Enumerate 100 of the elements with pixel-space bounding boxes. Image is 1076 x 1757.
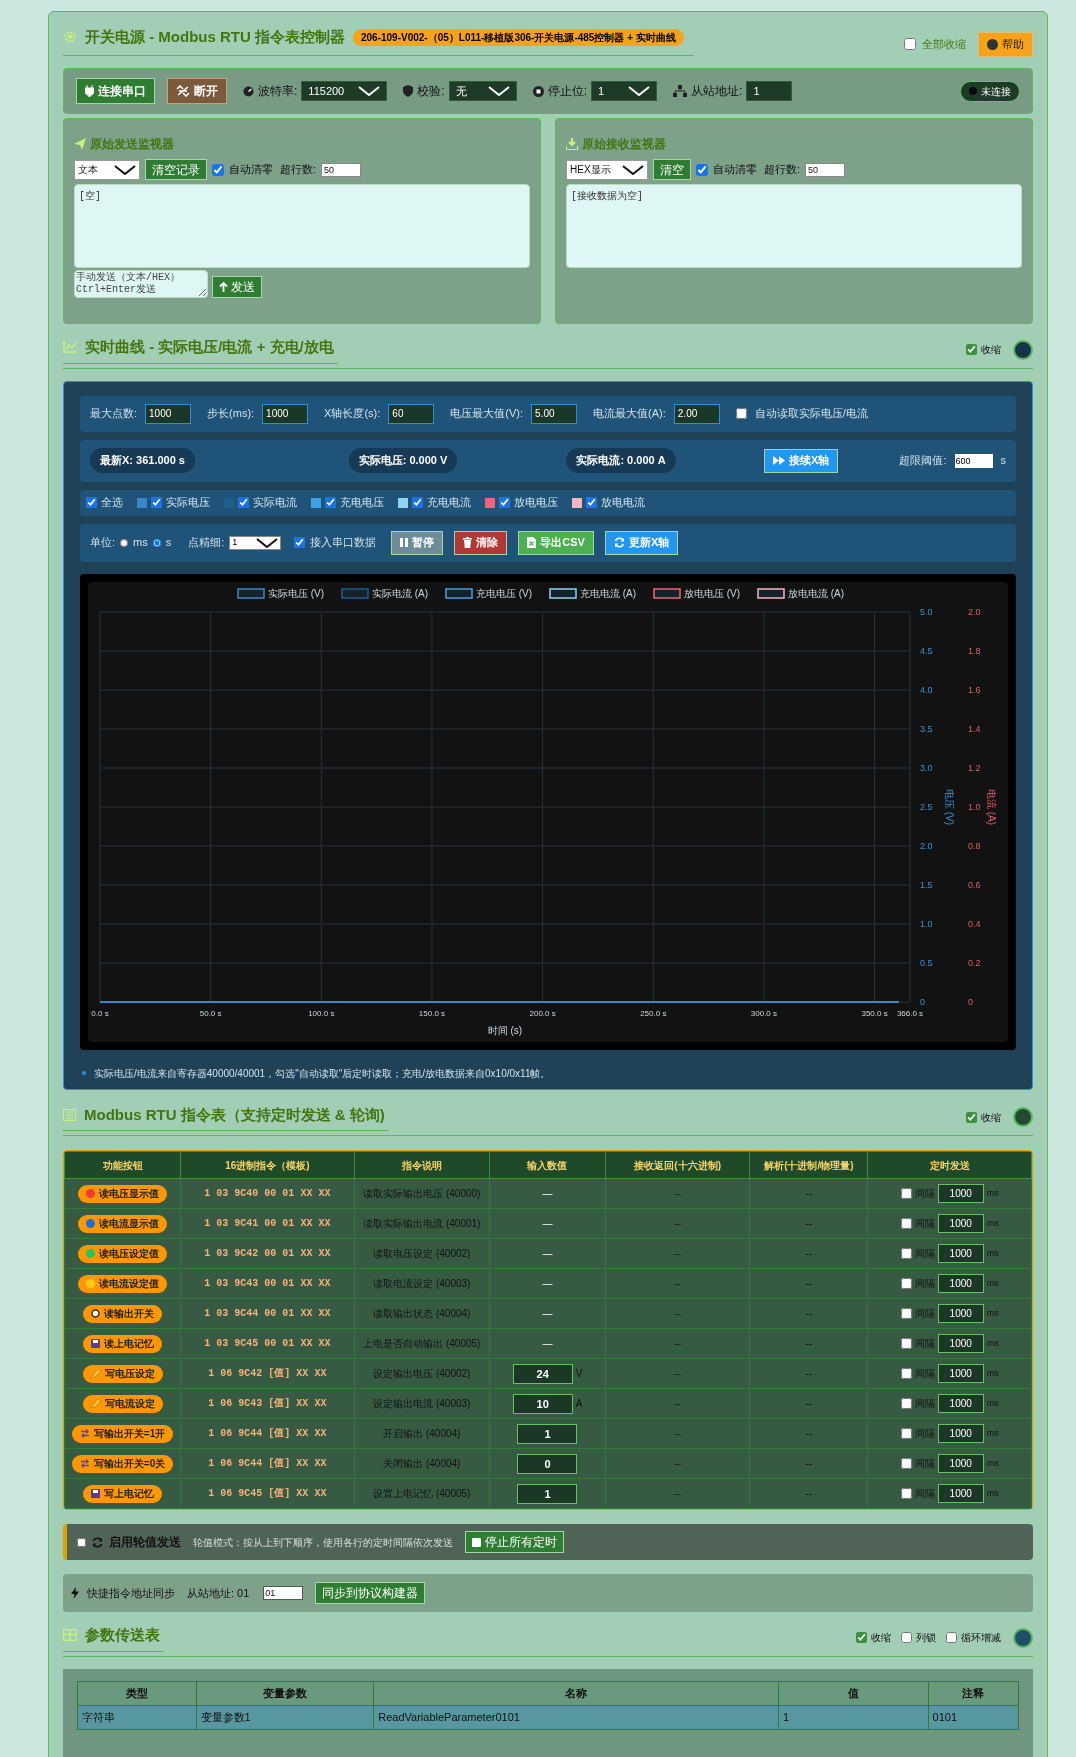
unit-label: s bbox=[1000, 453, 1006, 469]
interval-field[interactable]: 1000 bbox=[937, 1214, 984, 1233]
axis-label: 1.0 bbox=[968, 801, 981, 812]
precision-select[interactable]: 1 bbox=[229, 535, 282, 550]
interval-field[interactable]: 1000 bbox=[937, 1304, 984, 1323]
command-button[interactable]: 读电压设定值 bbox=[78, 1244, 168, 1263]
checkbox[interactable] bbox=[900, 1428, 912, 1439]
checkbox[interactable] bbox=[586, 497, 597, 508]
checkbox-label: 自动读取实际电压/电流 bbox=[754, 406, 868, 422]
checkbox[interactable] bbox=[900, 1338, 912, 1349]
checkbox[interactable] bbox=[900, 1488, 912, 1499]
received-cell: -- bbox=[605, 1418, 750, 1449]
help-button[interactable]: 帮助 bbox=[978, 32, 1033, 57]
checkbox[interactable] bbox=[77, 1537, 86, 1547]
line-limit-field[interactable]: 50 bbox=[805, 162, 846, 177]
manual-send-field[interactable]: 手动发送（文本/HEX） Ctrl+Enter发送 bbox=[74, 270, 208, 298]
sync-button[interactable]: 同步到协议构建器 bbox=[315, 1582, 426, 1604]
value-field[interactable]: 0 bbox=[517, 1453, 578, 1474]
theme-toggle[interactable] bbox=[1013, 1627, 1033, 1648]
slave-address-field[interactable]: 01 bbox=[263, 1586, 304, 1600]
send-button[interactable]: 发送 bbox=[212, 276, 262, 298]
chevron-icon bbox=[628, 86, 651, 96]
checkbox[interactable] bbox=[946, 1632, 957, 1644]
checkbox[interactable] bbox=[900, 1218, 912, 1229]
checkbox[interactable] bbox=[499, 497, 510, 508]
checkbox[interactable] bbox=[900, 1368, 912, 1379]
interval-field[interactable]: 1000 bbox=[937, 1454, 984, 1473]
disconnect-button[interactable]: 断开 bbox=[167, 78, 227, 104]
command-button[interactable]: 读电压显示值 bbox=[78, 1184, 168, 1203]
checkbox[interactable] bbox=[900, 1278, 912, 1289]
radio-label: s bbox=[165, 535, 172, 551]
theme-toggle[interactable] bbox=[1013, 339, 1033, 360]
checkbox[interactable] bbox=[900, 1308, 912, 1319]
command-button[interactable]: 读输出开关 bbox=[83, 1304, 163, 1323]
dropdown[interactable]: 无 bbox=[448, 81, 517, 101]
checkbox[interactable] bbox=[856, 1632, 867, 1644]
command-button[interactable]: 写电流设定 bbox=[82, 1394, 163, 1413]
checkbox[interactable] bbox=[412, 497, 423, 508]
command-button[interactable]: 写上电记忆 bbox=[83, 1484, 163, 1503]
interval-field[interactable]: 1000 bbox=[937, 1244, 984, 1263]
axis-label: 2.0 bbox=[968, 606, 981, 617]
value-field[interactable]: 1 bbox=[517, 1483, 578, 1504]
value-field[interactable]: 10 bbox=[512, 1393, 573, 1414]
action-button[interactable]: 暂停 bbox=[391, 530, 444, 555]
setting-field[interactable]: 60 bbox=[388, 403, 435, 424]
command-button[interactable]: 写输出开关=1开 bbox=[71, 1424, 174, 1443]
theme-toggle[interactable] bbox=[1013, 1107, 1033, 1128]
dropdown[interactable]: 1 bbox=[591, 81, 658, 101]
address-field[interactable]: 1 bbox=[746, 81, 793, 101]
checkbox[interactable] bbox=[696, 163, 708, 176]
hex-command-cell: 1 06 9C43 [值] XX XX bbox=[180, 1388, 355, 1419]
parsed-cell: -- bbox=[749, 1358, 868, 1389]
value-field[interactable]: 24 bbox=[512, 1363, 573, 1384]
connect-button[interactable]: 连接串口 bbox=[76, 78, 155, 104]
format-select[interactable]: HEX显示 bbox=[566, 159, 648, 180]
radio-button[interactable] bbox=[152, 538, 161, 547]
action-button[interactable]: 清除 bbox=[454, 530, 508, 555]
interval-field[interactable]: 1000 bbox=[937, 1334, 984, 1353]
stop-all-timers-button[interactable]: 停止所有定时 bbox=[465, 1531, 564, 1553]
checkbox[interactable] bbox=[901, 1632, 912, 1644]
command-button[interactable]: 读电流显示值 bbox=[78, 1214, 168, 1233]
checkbox[interactable] bbox=[900, 1458, 912, 1469]
checkbox[interactable] bbox=[212, 163, 224, 176]
checkbox[interactable] bbox=[325, 497, 336, 508]
interval-field[interactable]: 1000 bbox=[937, 1394, 984, 1413]
line-limit-field[interactable]: 50 bbox=[321, 162, 362, 177]
checkbox[interactable] bbox=[86, 497, 97, 508]
checkbox[interactable] bbox=[900, 1188, 912, 1199]
checkbox-label: 接入串口数据 bbox=[310, 535, 377, 551]
interval-field[interactable]: 1000 bbox=[937, 1184, 984, 1203]
clear-button[interactable]: 清空记录 bbox=[145, 159, 207, 180]
radio-button[interactable] bbox=[120, 538, 129, 547]
clear-button[interactable]: 清空 bbox=[653, 159, 691, 180]
setting-field[interactable]: 1000 bbox=[262, 403, 309, 424]
interval-field[interactable]: 1000 bbox=[937, 1484, 984, 1503]
command-button[interactable]: 写电压设定 bbox=[82, 1364, 163, 1383]
checkbox[interactable] bbox=[900, 1398, 912, 1409]
checkbox[interactable] bbox=[294, 537, 306, 548]
setting-field[interactable]: 2.00 bbox=[673, 403, 720, 424]
command-button[interactable]: 读上电记忆 bbox=[83, 1334, 163, 1353]
column-header: 解析(十进制/物理量) bbox=[749, 1151, 868, 1179]
checkbox[interactable] bbox=[966, 1111, 977, 1123]
interval-field[interactable]: 1000 bbox=[937, 1424, 984, 1443]
checkbox[interactable] bbox=[151, 497, 162, 508]
setting-field[interactable]: 1000 bbox=[145, 403, 192, 424]
setting-field[interactable]: 5.00 bbox=[531, 403, 578, 424]
command-button[interactable]: 读电流设定值 bbox=[78, 1274, 168, 1293]
checkbox[interactable] bbox=[966, 344, 977, 356]
checkbox[interactable] bbox=[238, 497, 249, 508]
checkbox[interactable] bbox=[735, 408, 747, 419]
interval-field[interactable]: 1000 bbox=[937, 1274, 984, 1293]
value-field[interactable]: 1 bbox=[517, 1423, 578, 1444]
checkbox[interactable] bbox=[904, 38, 916, 51]
command-button[interactable]: 写输出开关=0关 bbox=[71, 1454, 174, 1473]
dropdown[interactable]: 115200 bbox=[301, 81, 388, 101]
checkbox[interactable] bbox=[900, 1248, 912, 1259]
interval-field[interactable]: 1000 bbox=[937, 1364, 984, 1383]
axis-label: 1.8 bbox=[968, 645, 981, 656]
format-select[interactable]: 文本 bbox=[74, 159, 140, 180]
threshold-field[interactable]: 600 bbox=[954, 453, 993, 468]
